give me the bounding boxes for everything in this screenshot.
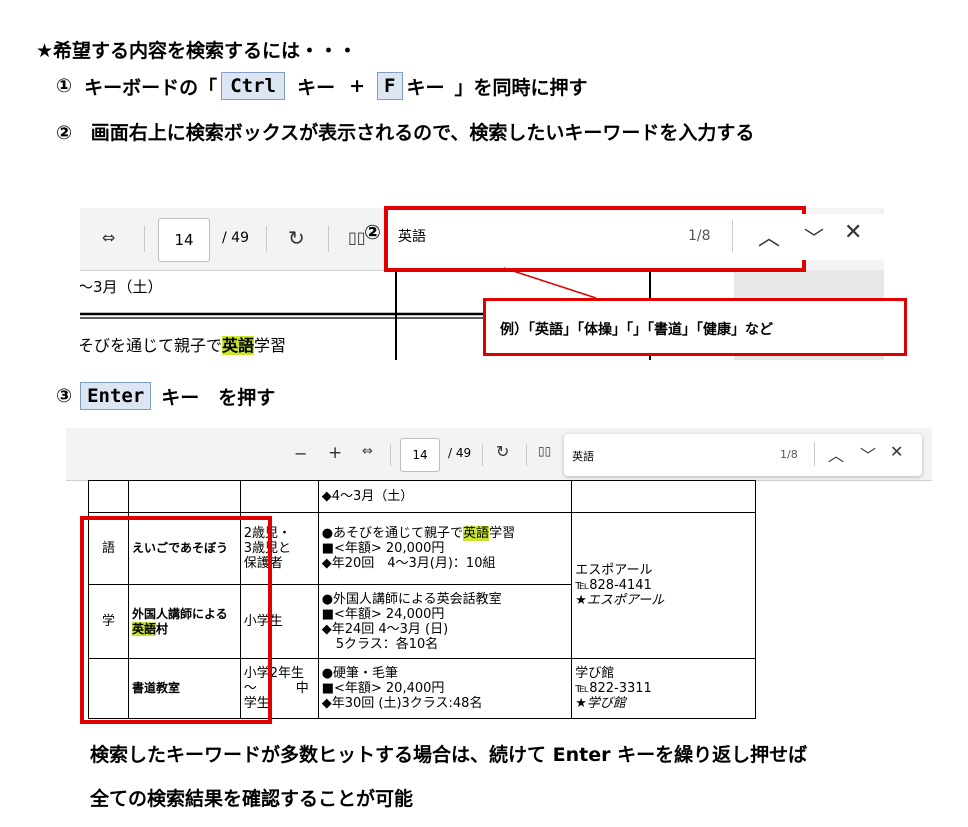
step-3-number: ③: [56, 385, 73, 407]
desc-line: ◆年20回 4～3月(月)：10組: [321, 556, 496, 571]
search-input[interactable]: 英語: [572, 448, 594, 464]
venue-line: 学び館: [575, 666, 615, 681]
venue-line: ★学び館: [575, 696, 626, 711]
toolbar-divider: [526, 444, 527, 466]
example-keywords-callout: 例）「英語」「体操」「」「書道」「健康」など: [483, 298, 907, 356]
search-divider: [814, 442, 815, 466]
desc-line: ●硬筆・毛筆: [321, 666, 399, 681]
footer-line-1: 検索したキーワードが多数ヒットする場合は、続けて Enter キーを繰り返し押せ…: [90, 744, 808, 766]
table-cell: ◆4～3月（土）: [317, 480, 573, 513]
toolbar-divider: [390, 444, 391, 466]
desc-line: ◆年24回 4～3月 (日): [321, 621, 449, 637]
venue-line: エスポアール: [575, 563, 653, 578]
desc-line: ●外国人講師による英会話教室: [321, 591, 502, 607]
desc-line: ■<年額> 20,000円: [321, 541, 445, 556]
zoom-out-icon[interactable]: −: [294, 444, 307, 463]
page-number-input[interactable]: 14: [400, 438, 440, 472]
search-hit-highlight: 英語: [463, 526, 490, 541]
venue-cell: 学び館 ℡822-3311 ★学び館: [571, 658, 756, 719]
rotate-icon[interactable]: ↻: [496, 442, 509, 461]
step-3-text: キー を押す: [161, 386, 276, 409]
callout-text: 例）「英語」「体操」「」「書道」「健康」など: [500, 322, 773, 338]
chevron-up-icon[interactable]: ︿: [828, 442, 844, 466]
chevron-down-icon[interactable]: ﹀: [860, 442, 876, 466]
venue-cell: エスポアール ℡828-4141 ★エスポアール: [571, 512, 756, 659]
toolbar-divider: [482, 444, 483, 466]
fit-width-icon[interactable]: ⇔: [362, 444, 373, 459]
desc-line: ■<年額> 20,400円: [321, 681, 445, 696]
venue-line: ℡828-4141: [575, 578, 652, 593]
description-cell: ●あそびを通じて親子で英語学習 ■<年額> 20,000円 ◆年20回 4～3月…: [317, 512, 573, 585]
desc-line: ■<年額> 24,000円: [321, 606, 445, 622]
enter-key: Enter: [80, 382, 152, 410]
table-row: ◆4～3月（土）: [88, 480, 756, 513]
page-total: / 49: [448, 446, 472, 460]
desc-text: 学習: [489, 526, 516, 541]
step-3: ③ Enter キー を押す: [56, 382, 275, 410]
venue-line: ℡822-3311: [575, 681, 652, 696]
description-cell: ●外国人講師による英会話教室 ■<年額> 24,000円 ◆年24回 4～3月 …: [317, 584, 573, 659]
close-icon[interactable]: ✕: [890, 442, 903, 461]
search-box[interactable]: 英語 1/8 ︿ ﹀ ✕: [564, 434, 922, 476]
two-page-icon[interactable]: ▯▯: [538, 444, 551, 458]
search-hits-highlight-box: [80, 516, 272, 724]
search-result-count: 1/8: [780, 448, 798, 461]
footer-line-2: 全ての検索結果を確認することが可能: [90, 788, 414, 810]
desc-line: 5クラス：各10名: [335, 636, 439, 652]
desc-text: ●あそびを通じて親子で: [321, 526, 464, 541]
venue-line: ★エスポアール: [575, 593, 665, 608]
zoom-in-icon[interactable]: +: [328, 443, 342, 463]
desc-line: ◆年30回 (土)3クラス:48名: [321, 696, 483, 711]
description-cell: ●硬筆・毛筆 ■<年額> 20,400円 ◆年30回 (土)3クラス:48名: [317, 658, 573, 719]
